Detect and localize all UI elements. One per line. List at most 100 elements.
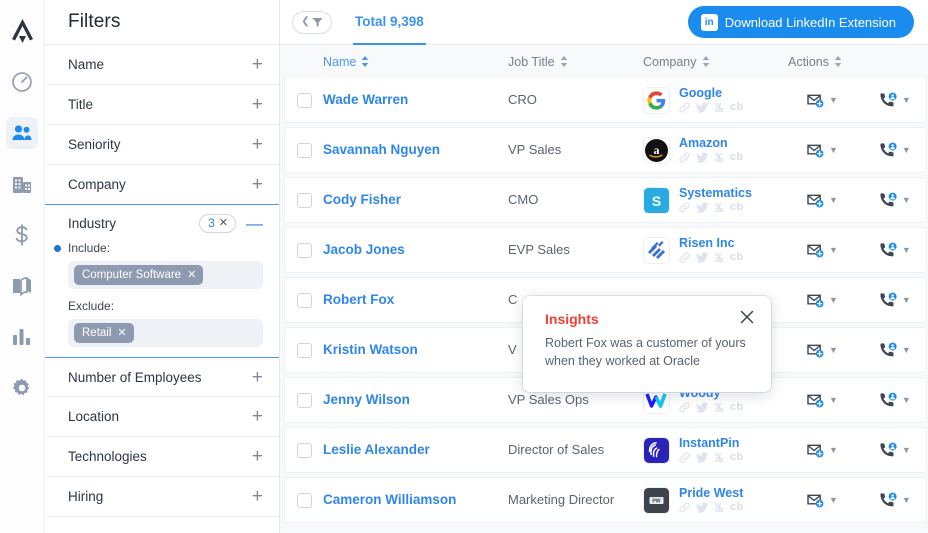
contact-name-link[interactable]: Kristin Watson	[323, 342, 418, 357]
chevron-down-icon[interactable]: ▼	[829, 445, 838, 455]
link-icon[interactable]	[679, 452, 690, 463]
twitter-icon[interactable]	[696, 202, 708, 213]
plus-icon[interactable]: +	[252, 135, 263, 154]
email-action-button[interactable]: ▼	[802, 490, 843, 511]
chevron-down-icon[interactable]: ▼	[902, 345, 911, 355]
twitter-icon[interactable]	[696, 152, 708, 163]
email-action-button[interactable]: ▼	[802, 340, 843, 361]
link-icon[interactable]	[679, 502, 690, 513]
industry-exclude-tagbox[interactable]: Retail ✕	[68, 319, 263, 347]
angellist-icon[interactable]	[714, 502, 724, 513]
phone-action-button[interactable]: ▼	[874, 489, 916, 511]
row-checkbox[interactable]	[296, 242, 312, 258]
close-icon[interactable]	[738, 308, 756, 326]
chevron-down-icon[interactable]: ▼	[902, 295, 911, 305]
email-action-button[interactable]: ▼	[802, 140, 843, 161]
sidebar-item-contacts[interactable]	[6, 117, 38, 149]
plus-icon[interactable]: +	[252, 175, 263, 194]
chevron-down-icon[interactable]: ▼	[829, 295, 838, 305]
phone-action-button[interactable]: ▼	[874, 189, 916, 211]
table-row[interactable]: Jacob Jones EVP Sales Risen Inc cb ▼ ▼	[285, 228, 926, 272]
sidebar-item-deals[interactable]	[6, 219, 38, 251]
plus-icon[interactable]: +	[252, 368, 263, 387]
filter-section-technologies[interactable]: Technologies +	[45, 437, 279, 477]
email-action-button[interactable]: ▼	[802, 390, 843, 411]
sidebar-item-dashboard[interactable]	[6, 66, 38, 98]
company-name-link[interactable]: Systematics	[679, 186, 752, 201]
link-icon[interactable]	[679, 252, 690, 263]
close-icon[interactable]: ✕	[187, 268, 196, 281]
table-row[interactable]: Savannah Nguyen VP Sales a Amazon cb ▼ ▼	[285, 128, 926, 172]
chevron-down-icon[interactable]: ▼	[829, 345, 838, 355]
table-row[interactable]: Wade Warren CRO Google cb ▼ ▼	[285, 78, 926, 122]
twitter-icon[interactable]	[696, 402, 708, 413]
row-checkbox[interactable]	[296, 92, 312, 108]
angellist-icon[interactable]	[714, 252, 724, 263]
filter-section-industry[interactable]: Industry 3 ✕ —	[45, 205, 279, 241]
collapse-filter-icon[interactable]: ❮	[292, 10, 332, 34]
phone-action-button[interactable]: ▼	[874, 239, 916, 261]
row-checkbox[interactable]	[296, 292, 312, 308]
close-icon[interactable]: ✕	[117, 326, 126, 339]
sort-icon[interactable]	[702, 56, 710, 67]
sidebar-item-settings[interactable]	[6, 372, 38, 404]
chevron-down-icon[interactable]: ▼	[829, 245, 838, 255]
chevron-down-icon[interactable]: ▼	[902, 95, 911, 105]
row-checkbox[interactable]	[296, 492, 312, 508]
filter-tag[interactable]: Retail ✕	[74, 323, 134, 343]
phone-action-button[interactable]: ▼	[874, 389, 916, 411]
industry-count-pill[interactable]: 3 ✕	[199, 213, 236, 233]
company-name-link[interactable]: Risen Inc	[679, 236, 743, 251]
collapse-icon[interactable]: —	[246, 215, 263, 232]
download-linkedin-extension-button[interactable]: in Download LinkedIn Extension	[687, 6, 914, 38]
plus-icon[interactable]: +	[252, 407, 263, 426]
filter-section-employees[interactable]: Number of Employees +	[45, 357, 279, 397]
contact-name-link[interactable]: Cameron Williamson	[323, 492, 456, 507]
tab-total[interactable]: Total 9,398	[353, 0, 426, 45]
plus-icon[interactable]: +	[252, 447, 263, 466]
twitter-icon[interactable]	[696, 102, 708, 113]
phone-action-button[interactable]: ▼	[874, 289, 916, 311]
table-row[interactable]: Cameron Williamson Marketing Director PW…	[285, 478, 926, 522]
close-icon[interactable]: ✕	[219, 216, 228, 229]
link-icon[interactable]	[679, 102, 690, 113]
column-header-job-title[interactable]: Job Title	[508, 55, 643, 69]
chevron-down-icon[interactable]: ▼	[902, 395, 911, 405]
row-checkbox[interactable]	[296, 142, 312, 158]
chevron-down-icon[interactable]: ▼	[829, 395, 838, 405]
contact-name-link[interactable]: Leslie Alexander	[323, 442, 430, 457]
phone-action-button[interactable]: ▼	[874, 439, 916, 461]
sidebar-item-library[interactable]	[6, 270, 38, 302]
plus-icon[interactable]: +	[252, 487, 263, 506]
contact-name-link[interactable]: Jacob Jones	[323, 242, 405, 257]
chevron-down-icon[interactable]: ▼	[902, 445, 911, 455]
filter-section-seniority[interactable]: Seniority +	[45, 125, 279, 165]
column-header-name[interactable]: Name	[323, 55, 508, 69]
angellist-icon[interactable]	[714, 402, 724, 413]
filter-section-location[interactable]: Location +	[45, 397, 279, 437]
angellist-icon[interactable]	[714, 102, 724, 113]
link-icon[interactable]	[679, 152, 690, 163]
chevron-down-icon[interactable]: ▼	[902, 495, 911, 505]
angellist-icon[interactable]	[714, 152, 724, 163]
phone-action-button[interactable]: ▼	[874, 89, 916, 111]
angellist-icon[interactable]	[714, 452, 724, 463]
filter-tag[interactable]: Computer Software ✕	[74, 265, 204, 285]
sidebar-item-analytics[interactable]	[6, 321, 38, 353]
twitter-icon[interactable]	[696, 502, 708, 513]
phone-action-button[interactable]: ▼	[874, 139, 916, 161]
link-icon[interactable]	[679, 402, 690, 413]
email-action-button[interactable]: ▼	[802, 190, 843, 211]
filter-section-hiring[interactable]: Hiring +	[45, 477, 279, 517]
row-checkbox[interactable]	[296, 442, 312, 458]
contact-name-link[interactable]: Cody Fisher	[323, 192, 401, 207]
contact-name-link[interactable]: Jenny Wilson	[323, 392, 410, 407]
company-name-link[interactable]: Pride West	[679, 486, 743, 501]
sort-icon[interactable]	[560, 56, 568, 67]
row-checkbox[interactable]	[296, 342, 312, 358]
link-icon[interactable]	[679, 202, 690, 213]
phone-action-button[interactable]: ▼	[874, 339, 916, 361]
plus-icon[interactable]: +	[252, 55, 263, 74]
chevron-down-icon[interactable]: ▼	[829, 195, 838, 205]
column-header-actions[interactable]: Actions	[788, 55, 928, 69]
